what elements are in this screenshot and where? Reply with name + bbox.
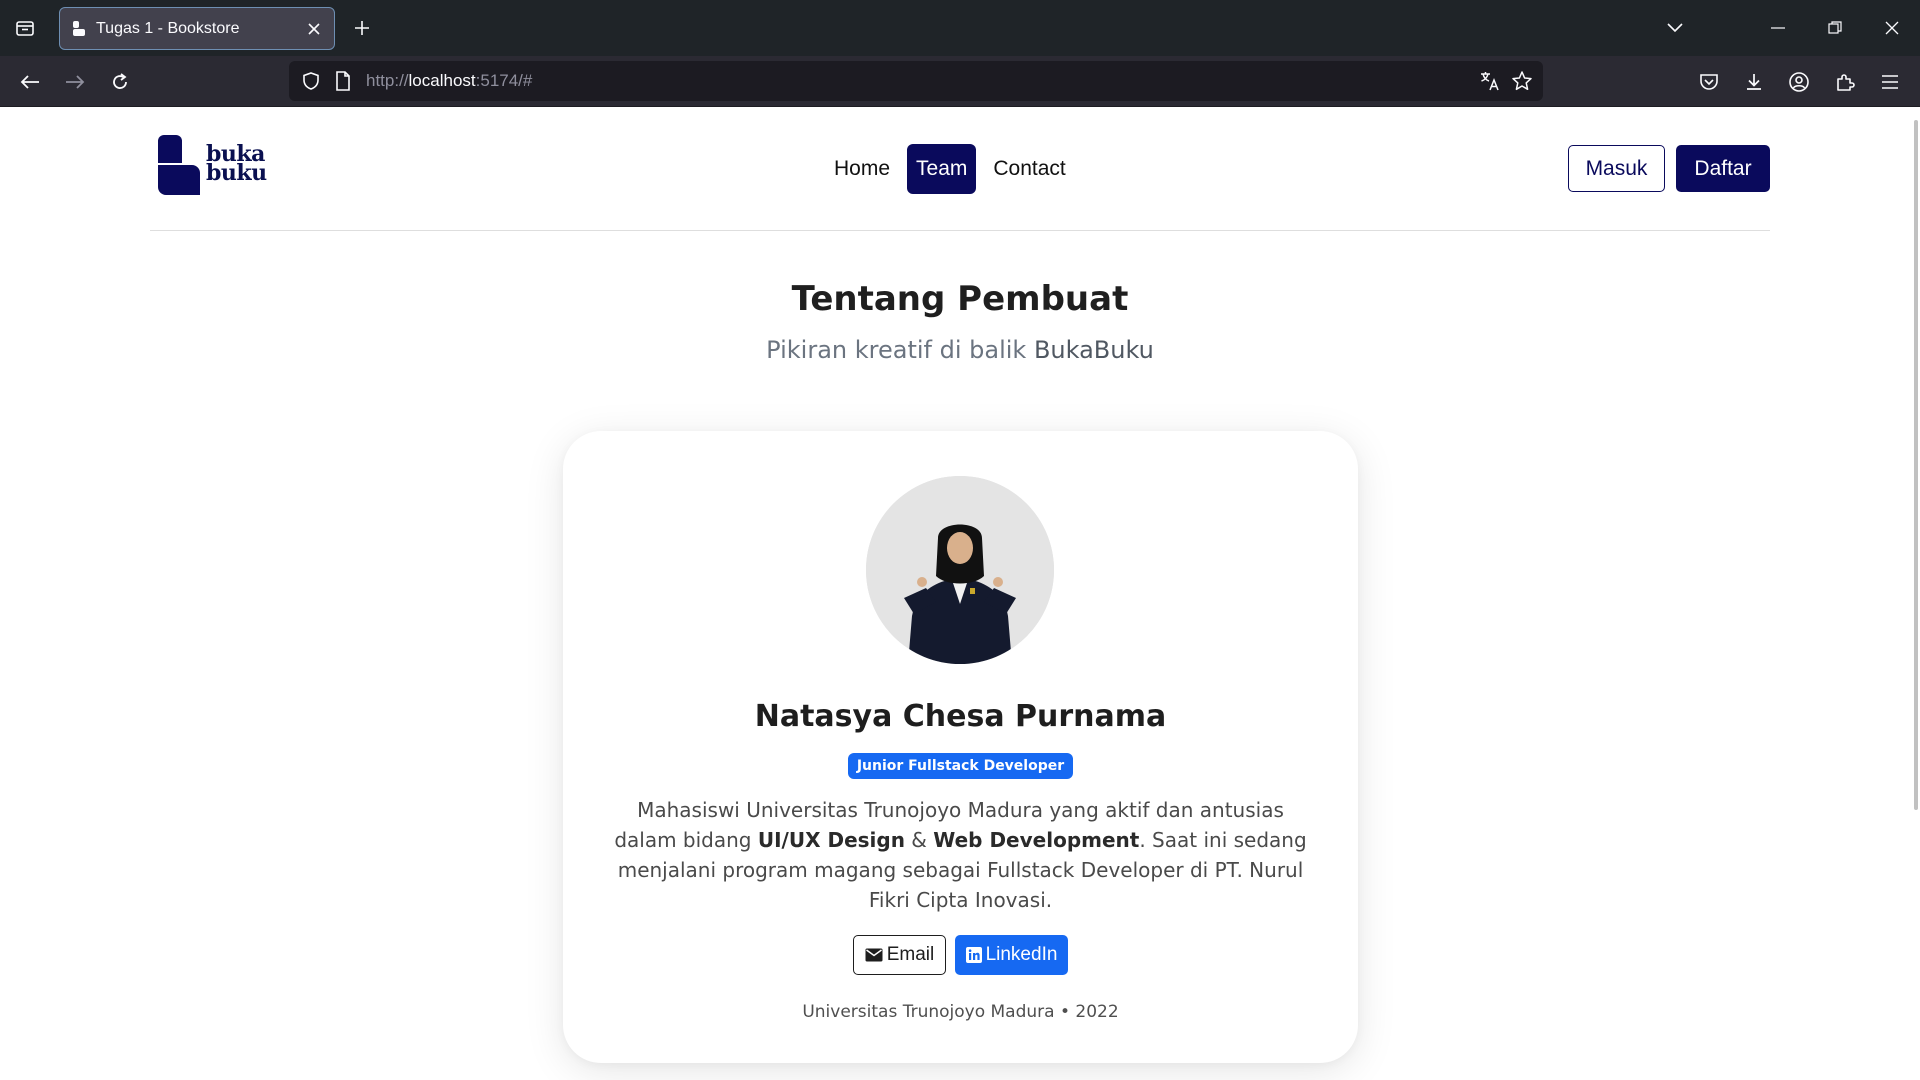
member-name: Natasya Chesa Purnama (754, 699, 1167, 734)
reload-icon[interactable] (104, 66, 136, 98)
tab-list-icon[interactable] (10, 14, 40, 42)
downloads-icon[interactable] (1738, 66, 1770, 98)
extensions-icon[interactable] (1829, 66, 1861, 98)
url-text[interactable]: http://localhost:5174/# (366, 71, 532, 91)
forward-icon[interactable] (59, 66, 91, 98)
page-info-icon[interactable] (335, 71, 351, 95)
close-tab-icon[interactable] (304, 19, 324, 39)
member-bio: Mahasiswi Universitas Trunojoyo Madura y… (614, 798, 1307, 912)
new-tab-icon[interactable] (348, 14, 376, 42)
browser-tab-bar: Tugas 1 - Bookstore (0, 0, 1920, 56)
back-icon[interactable] (14, 66, 46, 98)
nav-home-link[interactable]: Home (825, 144, 899, 194)
linkedin-icon (965, 947, 982, 963)
translate-icon[interactable] (1479, 70, 1501, 96)
card-footer: Universitas Trunojoyo Madura • 2022 (802, 1002, 1119, 1022)
address-bar[interactable]: http://localhost:5174/# (289, 61, 1543, 101)
main-navigation: Home Team Contact (825, 144, 1075, 194)
email-button[interactable]: Email (853, 935, 946, 975)
page-content: buka buku Home Team Contact Masuk Daftar… (0, 107, 1920, 1080)
nav-team-link[interactable]: Team (907, 144, 977, 194)
logo-mark-icon (158, 135, 200, 195)
site-logo[interactable]: buka buku (158, 135, 268, 195)
shield-icon[interactable] (301, 71, 321, 95)
linkedin-button[interactable]: LinkedIn (955, 935, 1068, 975)
register-button[interactable]: Daftar (1676, 145, 1770, 192)
minimize-icon[interactable] (1763, 14, 1793, 42)
nav-contact-link[interactable]: Contact (984, 144, 1074, 194)
page-favicon-icon (72, 21, 86, 41)
envelope-icon (865, 948, 883, 962)
close-window-icon[interactable] (1877, 14, 1907, 42)
login-button[interactable]: Masuk (1568, 145, 1665, 192)
browser-tab[interactable]: Tugas 1 - Bookstore (59, 7, 335, 50)
bookmark-star-icon[interactable] (1511, 70, 1533, 96)
page-title: Tentang Pembuat (791, 279, 1129, 319)
browser-toolbar: http://localhost:5174/# (0, 56, 1920, 107)
chevron-down-icon[interactable] (1660, 14, 1690, 42)
menu-icon[interactable] (1874, 66, 1906, 98)
role-badge: Junior Fullstack Developer (848, 753, 1073, 779)
email-button-label: Email (886, 944, 935, 965)
avatar (866, 476, 1054, 664)
pocket-icon[interactable] (1693, 66, 1725, 98)
page-subtitle: Pikiran kreatif di balik BukaBuku (766, 336, 1154, 364)
linkedin-button-label: LinkedIn (985, 944, 1058, 965)
logo-wordmark: buka buku (206, 141, 267, 186)
tab-title: Tugas 1 - Bookstore (96, 20, 240, 37)
page-scrollbar[interactable] (1914, 120, 1918, 810)
account-icon[interactable] (1783, 66, 1815, 98)
site-header: buka buku Home Team Contact Masuk Daftar (150, 107, 1770, 231)
restore-icon[interactable] (1820, 14, 1850, 42)
team-member-card: Natasya Chesa Purnama Junior Fullstack D… (563, 431, 1358, 1063)
